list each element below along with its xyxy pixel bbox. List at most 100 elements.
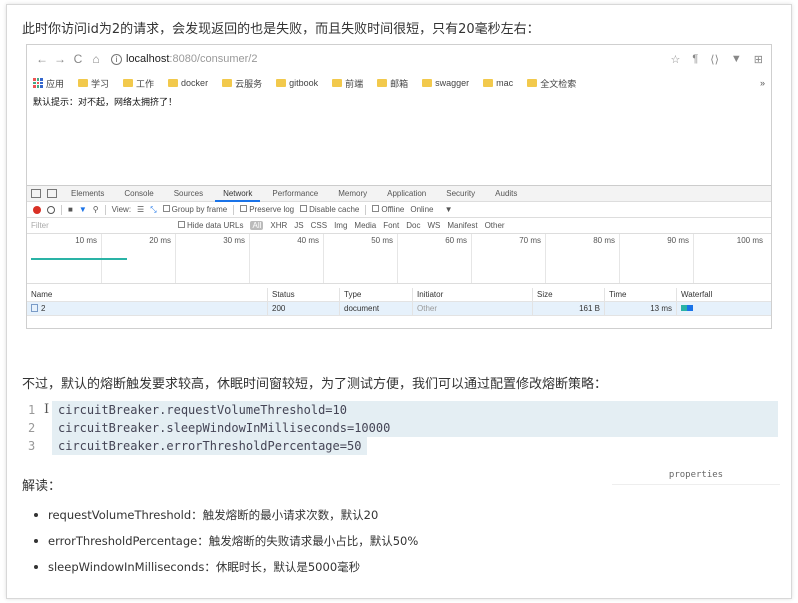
- filter-type[interactable]: Font: [383, 221, 399, 230]
- code-text: circuitBreaker.sleepWindowInMilliseconds…: [52, 419, 778, 437]
- timeline-tick: 20 ms: [149, 236, 171, 245]
- filter-type[interactable]: Manifest: [447, 221, 477, 230]
- url-path: :8080/consumer/2: [169, 53, 258, 65]
- filter-type[interactable]: JS: [294, 221, 303, 230]
- table-row[interactable]: 2 200 document Other 161 B 13 ms: [27, 301, 771, 316]
- filter-icon[interactable]: ▼: [79, 205, 87, 214]
- folder-icon: [222, 79, 233, 87]
- explain-list: requestVolumeThreshold：触发熔断的最小请求次数，默认20 …: [34, 502, 418, 580]
- group-by-frame-checkbox[interactable]: Group by frame: [162, 205, 227, 214]
- request-time: 13 ms: [605, 301, 677, 316]
- screenshot-icon[interactable]: ■: [68, 205, 73, 214]
- bookmark-folder[interactable]: 前端: [332, 77, 363, 90]
- timeline-tick: 60 ms: [445, 236, 467, 245]
- view-label: View:: [111, 205, 132, 214]
- code-block: I 1 circuitBreaker.requestVolumeThreshol…: [22, 401, 778, 455]
- bookmark-folder[interactable]: gitbook: [276, 78, 318, 88]
- line-number: 2: [28, 421, 36, 435]
- forward-icon[interactable]: →: [51, 52, 69, 66]
- column-header-name[interactable]: Name: [27, 287, 268, 302]
- list-item: errorThresholdPercentage：触发熔断的失败请求最小占比，默…: [34, 528, 418, 554]
- tab-performance[interactable]: Performance: [264, 186, 326, 202]
- extension-icon[interactable]: ⊞: [754, 53, 763, 66]
- config-intro-text: 不过，默认的熔断触发要求较高，休眠时间窗较短，为了测试方便，我们可以通过配置修改…: [22, 377, 608, 392]
- filter-type[interactable]: Img: [334, 221, 347, 230]
- folder-icon: [276, 79, 287, 87]
- tab-elements[interactable]: Elements: [63, 186, 112, 202]
- info-icon[interactable]: i: [111, 53, 122, 65]
- timeline-tick: 50 ms: [371, 236, 393, 245]
- code-language-label: properties: [612, 470, 780, 485]
- inspect-icon[interactable]: [31, 189, 41, 198]
- code-text: circuitBreaker.errorThresholdPercentage=…: [52, 437, 368, 455]
- timeline-tick: 100 ms: [736, 236, 763, 245]
- filter-type[interactable]: Doc: [406, 221, 420, 230]
- filter-type[interactable]: CSS: [311, 221, 327, 230]
- bookmark-folder[interactable]: swagger: [422, 78, 469, 88]
- tab-console[interactable]: Console: [116, 186, 161, 202]
- clear-icon[interactable]: [47, 205, 55, 214]
- tab-audits[interactable]: Audits: [487, 186, 525, 202]
- folder-icon: [527, 79, 538, 87]
- hide-data-urls-checkbox[interactable]: Hide data URLs: [178, 221, 243, 230]
- extension-icon[interactable]: ⟨⟩: [710, 53, 719, 66]
- explain-title: 解读：: [22, 479, 62, 494]
- folder-icon: [422, 79, 433, 87]
- request-status: 200: [268, 301, 340, 316]
- filter-type[interactable]: Other: [485, 221, 505, 230]
- throttle-select[interactable]: Online ▼: [410, 205, 452, 214]
- extension-icon[interactable]: ▼: [731, 53, 742, 66]
- column-header-initiator[interactable]: Initiator: [413, 287, 533, 302]
- column-header-waterfall[interactable]: Waterfall: [677, 288, 771, 302]
- offline-checkbox[interactable]: Offline: [372, 205, 404, 214]
- column-header-time[interactable]: Time: [605, 287, 677, 302]
- filter-all-button[interactable]: All: [250, 221, 264, 230]
- tab-memory[interactable]: Memory: [330, 186, 375, 202]
- bullet-icon: [34, 513, 38, 517]
- bookmark-folder[interactable]: 全文检索: [527, 77, 576, 90]
- disable-cache-checkbox[interactable]: Disable cache: [300, 205, 359, 214]
- waterfall-icon[interactable]: ⤡: [150, 205, 156, 215]
- reload-icon[interactable]: C: [69, 52, 87, 66]
- bookmark-folder[interactable]: mac: [483, 78, 513, 88]
- column-header-type[interactable]: Type: [340, 287, 413, 302]
- tab-network[interactable]: Network: [215, 186, 261, 202]
- large-rows-icon[interactable]: ☰: [137, 205, 144, 214]
- bookmarks-overflow-icon[interactable]: »: [760, 78, 765, 88]
- folder-icon: [377, 79, 388, 87]
- tab-security[interactable]: Security: [438, 186, 483, 202]
- back-icon[interactable]: ←: [33, 52, 51, 66]
- bullet-icon: [34, 565, 38, 569]
- column-header-status[interactable]: Status: [268, 287, 340, 302]
- request-name[interactable]: 2: [27, 301, 268, 316]
- address-bar: ← → C ⌂ i localhost:8080/consumer/2 ☆ ¶ …: [27, 45, 771, 73]
- code-text: circuitBreaker.requestVolumeThreshold=10: [52, 401, 778, 419]
- filter-input[interactable]: Filter: [31, 221, 171, 230]
- filter-type[interactable]: Media: [354, 221, 376, 230]
- bookmark-folder[interactable]: 学习: [78, 77, 109, 90]
- filter-type[interactable]: XHR: [270, 221, 287, 230]
- bookmark-folder[interactable]: docker: [168, 78, 208, 88]
- bookmark-folder[interactable]: 邮箱: [377, 77, 408, 90]
- devtools-panel: Elements Console Sources Network Perform…: [27, 185, 771, 284]
- record-icon[interactable]: [33, 205, 41, 214]
- tab-application[interactable]: Application: [379, 186, 434, 202]
- home-icon[interactable]: ⌂: [87, 52, 105, 66]
- network-timeline-overview[interactable]: 10 ms 20 ms 30 ms 40 ms 50 ms 60 ms 70 m…: [27, 234, 771, 284]
- device-toolbar-icon[interactable]: [47, 189, 57, 198]
- extension-icon[interactable]: ¶: [692, 53, 698, 66]
- request-waterfall: [677, 302, 771, 316]
- preserve-log-checkbox[interactable]: Preserve log: [240, 205, 294, 214]
- timeline-tick: 10 ms: [75, 236, 97, 245]
- bookmark-apps[interactable]: 应用: [33, 77, 64, 90]
- bookmark-star-icon[interactable]: ☆: [671, 53, 681, 66]
- tab-sources[interactable]: Sources: [166, 186, 211, 202]
- search-icon[interactable]: ⚲: [93, 205, 99, 214]
- text-cursor-icon: I: [44, 402, 50, 417]
- filter-type[interactable]: WS: [427, 221, 440, 230]
- divider: [61, 204, 62, 215]
- bookmark-folder[interactable]: 工作: [123, 77, 154, 90]
- column-header-size[interactable]: Size: [533, 287, 605, 302]
- bookmark-folder[interactable]: 云服务: [222, 77, 262, 90]
- url-field[interactable]: i localhost:8080/consumer/2: [111, 53, 671, 65]
